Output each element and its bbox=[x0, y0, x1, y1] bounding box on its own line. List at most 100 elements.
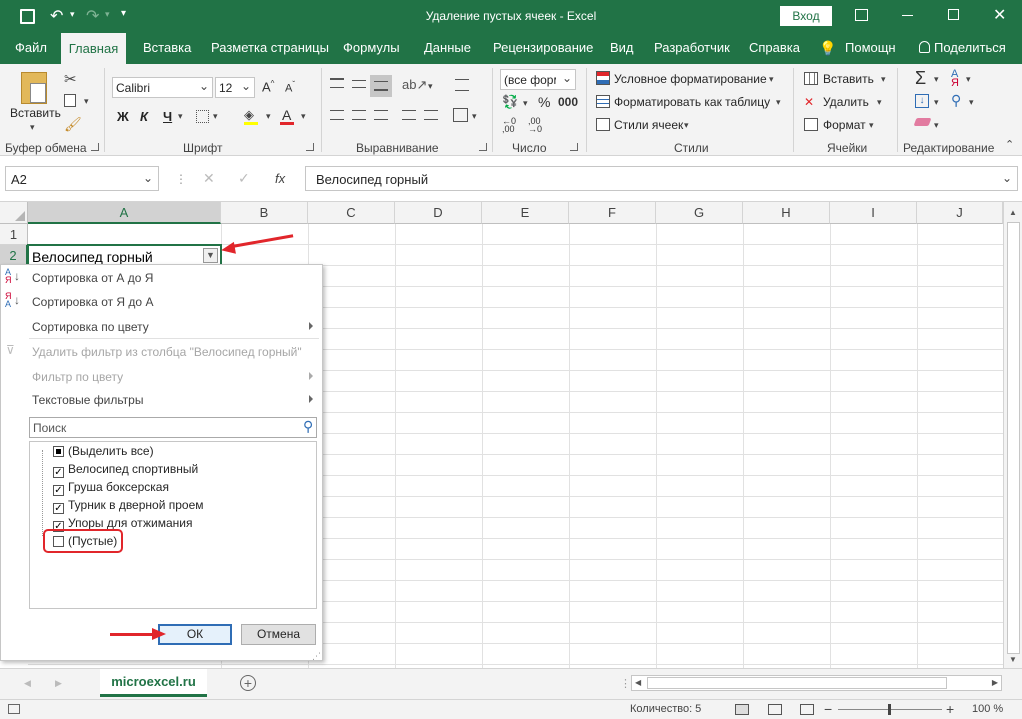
font-size-select[interactable]: 12 ⌄ bbox=[215, 77, 255, 98]
delete-cells-button[interactable]: Удалить bbox=[823, 95, 869, 109]
page-break-view-icon[interactable] bbox=[800, 704, 814, 715]
increase-font-icon[interactable]: A^ bbox=[262, 79, 274, 94]
scroll-thumb[interactable] bbox=[1007, 222, 1020, 654]
tab-split-icon[interactable]: ⋮ bbox=[620, 677, 631, 690]
underline-button[interactable]: Ч bbox=[163, 109, 172, 124]
row-header-1[interactable]: 1 bbox=[0, 224, 28, 245]
find-select-dropdown-icon[interactable]: ▾ bbox=[969, 97, 974, 108]
tab-insert[interactable]: Вставка bbox=[143, 40, 191, 55]
sort-filter-dropdown-icon[interactable]: ▾ bbox=[966, 74, 971, 85]
text-filters-item[interactable]: Текстовые фильтры bbox=[32, 393, 143, 407]
checkbox-checked[interactable]: ✓ bbox=[53, 503, 64, 514]
ribbon-display-options-icon[interactable] bbox=[855, 9, 868, 21]
sort-az-item[interactable]: Сортировка от А до Я bbox=[32, 271, 153, 285]
scroll-thumb[interactable] bbox=[647, 677, 947, 689]
sort-by-color-item[interactable]: Сортировка по цвету bbox=[32, 320, 149, 334]
checkbox-select-all[interactable] bbox=[53, 446, 64, 457]
merge-dropdown-icon[interactable]: ▾ bbox=[472, 111, 477, 122]
zoom-in-icon[interactable]: + bbox=[946, 701, 954, 717]
prev-sheet-icon[interactable]: ◀ bbox=[24, 678, 31, 689]
tell-me-search[interactable]: Помощн bbox=[845, 40, 896, 55]
macro-record-icon[interactable] bbox=[8, 704, 20, 714]
scroll-right-icon[interactable]: ▶ bbox=[992, 678, 998, 687]
borders-dropdown-icon[interactable]: ▾ bbox=[213, 111, 218, 122]
find-select-icon[interactable]: ⚲ bbox=[951, 92, 961, 109]
checkbox-checked[interactable]: ✓ bbox=[53, 467, 64, 478]
merge-center-icon[interactable] bbox=[453, 108, 468, 122]
increase-decimal-icon[interactable]: ←0,00 bbox=[502, 117, 516, 134]
align-center-icon[interactable] bbox=[352, 110, 366, 120]
orientation-dropdown-icon[interactable]: ▾ bbox=[428, 81, 433, 92]
align-bottom-icon[interactable] bbox=[370, 75, 392, 97]
percent-icon[interactable]: % bbox=[538, 94, 550, 110]
column-header-i[interactable]: I bbox=[830, 202, 917, 224]
copy-dropdown-icon[interactable]: ▾ bbox=[84, 96, 89, 107]
filter-by-color-item[interactable]: Фильтр по цвету bbox=[32, 370, 123, 384]
tab-data[interactable]: Данные bbox=[424, 40, 471, 55]
font-color-icon[interactable]: A bbox=[280, 107, 294, 125]
ok-button[interactable]: ОК bbox=[158, 624, 232, 645]
row-header-2[interactable]: 2 bbox=[0, 245, 28, 266]
clear-filter-item[interactable]: Удалить фильтр из столбца "Велосипед гор… bbox=[32, 345, 302, 359]
fill-color-dropdown-icon[interactable]: ▾ bbox=[266, 111, 271, 122]
paste-icon[interactable] bbox=[21, 72, 47, 104]
add-sheet-icon[interactable]: + bbox=[240, 675, 256, 691]
column-header-f[interactable]: F bbox=[569, 202, 656, 224]
number-format-select[interactable]: (все форм ⌄ bbox=[500, 69, 576, 90]
underline-dropdown-icon[interactable]: ▾ bbox=[178, 111, 183, 122]
resize-grip-icon[interactable]: ⋰ bbox=[312, 651, 321, 662]
thousands-icon[interactable]: 000 bbox=[558, 95, 578, 109]
horizontal-scrollbar[interactable]: ◀ ▶ bbox=[631, 675, 1002, 691]
paste-dropdown-icon[interactable]: ▾ bbox=[30, 122, 35, 133]
close-icon[interactable]: ✕ bbox=[993, 5, 1006, 25]
column-header-d[interactable]: D bbox=[395, 202, 482, 224]
tab-file[interactable]: Файл bbox=[15, 40, 47, 55]
list-item[interactable]: ✓ Груша боксерская bbox=[53, 480, 169, 496]
alignment-launcher-icon[interactable] bbox=[479, 143, 487, 151]
vertical-scrollbar[interactable]: ▲ ▼ bbox=[1003, 202, 1022, 668]
cut-icon[interactable]: ✂ bbox=[64, 70, 77, 88]
align-top-icon[interactable] bbox=[330, 78, 344, 88]
column-header-a[interactable]: A bbox=[28, 202, 221, 224]
cancel-button[interactable]: Отмена bbox=[241, 624, 316, 645]
clear-icon[interactable] bbox=[913, 118, 932, 126]
clipboard-launcher-icon[interactable] bbox=[91, 143, 99, 151]
share-icon[interactable] bbox=[919, 41, 930, 53]
paste-button[interactable]: Вставить bbox=[10, 106, 61, 120]
borders-icon[interactable] bbox=[196, 110, 209, 123]
number-launcher-icon[interactable] bbox=[570, 143, 578, 151]
scroll-up-icon[interactable]: ▲ bbox=[1009, 208, 1017, 217]
wrap-text-icon[interactable] bbox=[455, 79, 469, 91]
formula-input[interactable]: Велосипед горный ⌄ bbox=[305, 166, 1018, 191]
column-header-e[interactable]: E bbox=[482, 202, 569, 224]
conditional-formatting-button[interactable]: Условное форматирование bbox=[614, 72, 767, 86]
zoom-slider[interactable] bbox=[838, 704, 942, 715]
tab-page-layout[interactable]: Разметка страницы bbox=[211, 40, 329, 55]
confirm-entry-icon[interactable]: ✓ bbox=[238, 170, 250, 187]
bold-button[interactable]: Ж bbox=[117, 109, 129, 124]
next-sheet-icon[interactable]: ▶ bbox=[55, 678, 62, 689]
share-button[interactable]: Поделиться bbox=[934, 40, 1006, 55]
tab-help[interactable]: Справка bbox=[749, 40, 800, 55]
column-header-c[interactable]: C bbox=[308, 202, 395, 224]
insert-cells-button[interactable]: Вставить bbox=[823, 72, 874, 86]
collapse-ribbon-icon[interactable]: ⌃ bbox=[1005, 138, 1014, 151]
tab-review[interactable]: Рецензирование bbox=[493, 40, 593, 55]
currency-dropdown-icon[interactable]: ▾ bbox=[523, 98, 528, 109]
orientation-icon[interactable]: ab↗ bbox=[402, 77, 427, 93]
minimize-icon[interactable] bbox=[902, 15, 913, 16]
normal-view-icon[interactable] bbox=[735, 704, 749, 715]
zoom-out-icon[interactable]: − bbox=[824, 701, 832, 717]
font-launcher-icon[interactable] bbox=[306, 143, 314, 151]
align-middle-icon[interactable] bbox=[352, 80, 366, 88]
fill-color-icon[interactable]: ◈ bbox=[244, 107, 258, 125]
list-item[interactable]: (Выделить все) bbox=[53, 444, 154, 460]
sheet-tab-active[interactable]: microexcel.ru bbox=[100, 669, 207, 697]
fill-icon[interactable]: ↓ bbox=[915, 94, 929, 108]
font-name-select[interactable]: Calibri ⌄ bbox=[112, 77, 213, 98]
tab-developer[interactable]: Разработчик bbox=[654, 40, 730, 55]
zoom-level[interactable]: 100 % bbox=[972, 703, 1003, 715]
autosum-dropdown-icon[interactable]: ▾ bbox=[934, 74, 939, 85]
align-right-icon[interactable] bbox=[374, 110, 388, 120]
filter-search-input[interactable]: Поиск ⚲ bbox=[29, 417, 317, 438]
